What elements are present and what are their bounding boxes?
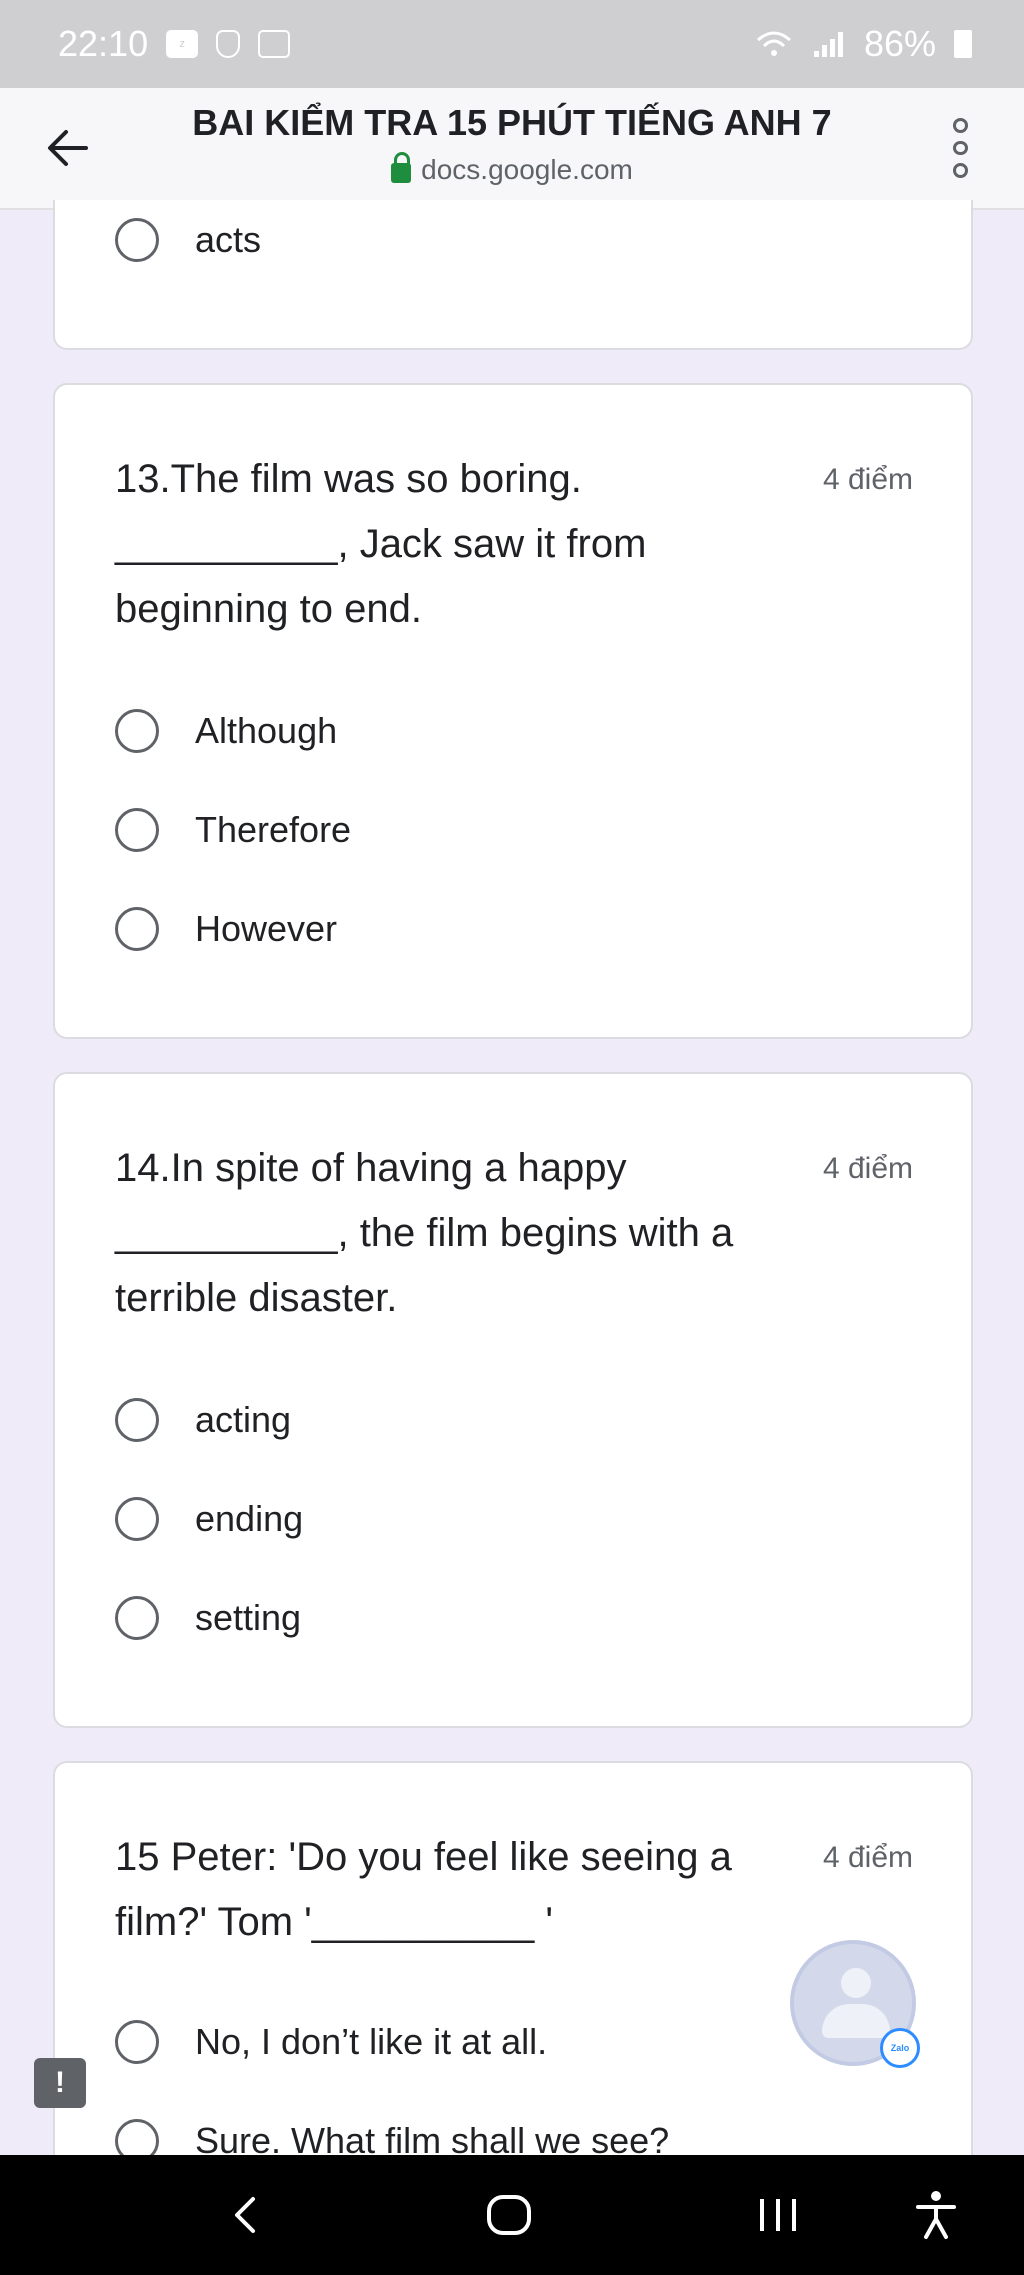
option-therefore[interactable]: Therefore	[115, 800, 351, 860]
radio-button[interactable]	[115, 808, 159, 852]
radio-button[interactable]	[115, 218, 159, 262]
option-acting[interactable]: acting	[115, 1390, 291, 1450]
option-label: Therefore	[195, 809, 352, 850]
option-label: setting	[195, 1597, 302, 1638]
page-title: BAI KIỂM TRA 15 PHÚT TIẾNG ANH 7	[192, 102, 832, 143]
question-card-12: acts	[53, 200, 973, 350]
option-setting[interactable]: setting	[115, 1588, 301, 1648]
radio-button[interactable]	[115, 1398, 159, 1442]
option-label: Although	[195, 710, 338, 751]
option-label: acting	[195, 1399, 292, 1440]
points-label: 4 điểm	[822, 463, 913, 496]
option-label: However	[195, 908, 338, 949]
radio-button[interactable]	[115, 1596, 159, 1640]
lock-icon	[391, 152, 412, 183]
question-line: 13.The film was so boring.	[115, 457, 582, 501]
option-label: ending	[195, 1498, 304, 1539]
back-arrow-icon[interactable]	[38, 118, 98, 178]
question-line: __________, Jack saw it from	[115, 522, 647, 566]
nav-back-icon[interactable]	[215, 2185, 275, 2245]
question-line: __________, the film begins with a	[115, 1211, 734, 1255]
option-no[interactable]: No, I don’t like it at all.	[115, 2012, 547, 2072]
option-acts[interactable]: acts	[115, 210, 261, 270]
option-ending[interactable]: ending	[115, 1489, 303, 1549]
navigation-bar	[0, 2155, 1024, 2275]
question-text: 15 Peter: 'Do you feel like seeing a fil…	[115, 1825, 835, 1955]
battery-icon	[954, 30, 972, 58]
status-bar: 22:10 z 86%	[0, 0, 1024, 88]
points-label: 4 điểm	[822, 1841, 913, 1874]
question-line: 15 Peter: 'Do you feel like seeing a	[115, 1835, 732, 1879]
signal-icon	[813, 32, 843, 57]
points-label: 4 điểm	[822, 1152, 913, 1185]
question-text: 14.In spite of having a happy __________…	[115, 1136, 815, 1331]
option-however[interactable]: However	[115, 899, 337, 959]
question-text: 13.The film was so boring. __________, J…	[115, 447, 815, 642]
status-left: 22:10 z	[58, 23, 291, 65]
radio-button[interactable]	[115, 907, 159, 951]
url-text: docs.google.com	[421, 154, 633, 185]
question-line: 14.In spite of having a happy	[115, 1146, 627, 1190]
zalo-icon: z	[166, 30, 199, 58]
report-feedback-icon[interactable]: !	[34, 2058, 86, 2108]
radio-button[interactable]	[115, 1497, 159, 1541]
option-although[interactable]: Although	[115, 701, 337, 761]
question-line: film?' Tom '__________ '	[115, 1900, 554, 1944]
image-icon	[258, 30, 291, 58]
question-card-13: 13.The film was so boring. __________, J…	[53, 383, 973, 1039]
question-line: beginning to end.	[115, 587, 422, 631]
browser-toolbar: BAI KIỂM TRA 15 PHÚT TIẾNG ANH 7 docs.go…	[0, 88, 1024, 210]
status-time: 22:10	[58, 23, 149, 64]
avatar-body	[822, 2004, 890, 2038]
battery-percent: 86%	[863, 23, 936, 64]
option-label: acts	[195, 219, 262, 260]
nav-recents-icon[interactable]	[748, 2185, 808, 2245]
radio-button[interactable]	[115, 709, 159, 753]
nav-home-icon[interactable]	[479, 2185, 539, 2245]
question-card-14: 14.In spite of having a happy __________…	[53, 1072, 973, 1728]
accessibility-icon[interactable]	[906, 2185, 966, 2245]
url-bar[interactable]: docs.google.com	[130, 152, 894, 186]
option-label: No, I don’t like it at all.	[195, 2021, 548, 2062]
question-line: terrible disaster.	[115, 1276, 398, 1320]
avatar-head	[841, 1968, 871, 1998]
zalo-icon: Zalo	[880, 2028, 920, 2068]
radio-button[interactable]	[115, 2020, 159, 2064]
shield-icon	[216, 30, 241, 58]
more-options-icon[interactable]	[940, 118, 980, 179]
status-right: 86%	[754, 23, 972, 65]
wifi-icon	[756, 31, 791, 56]
